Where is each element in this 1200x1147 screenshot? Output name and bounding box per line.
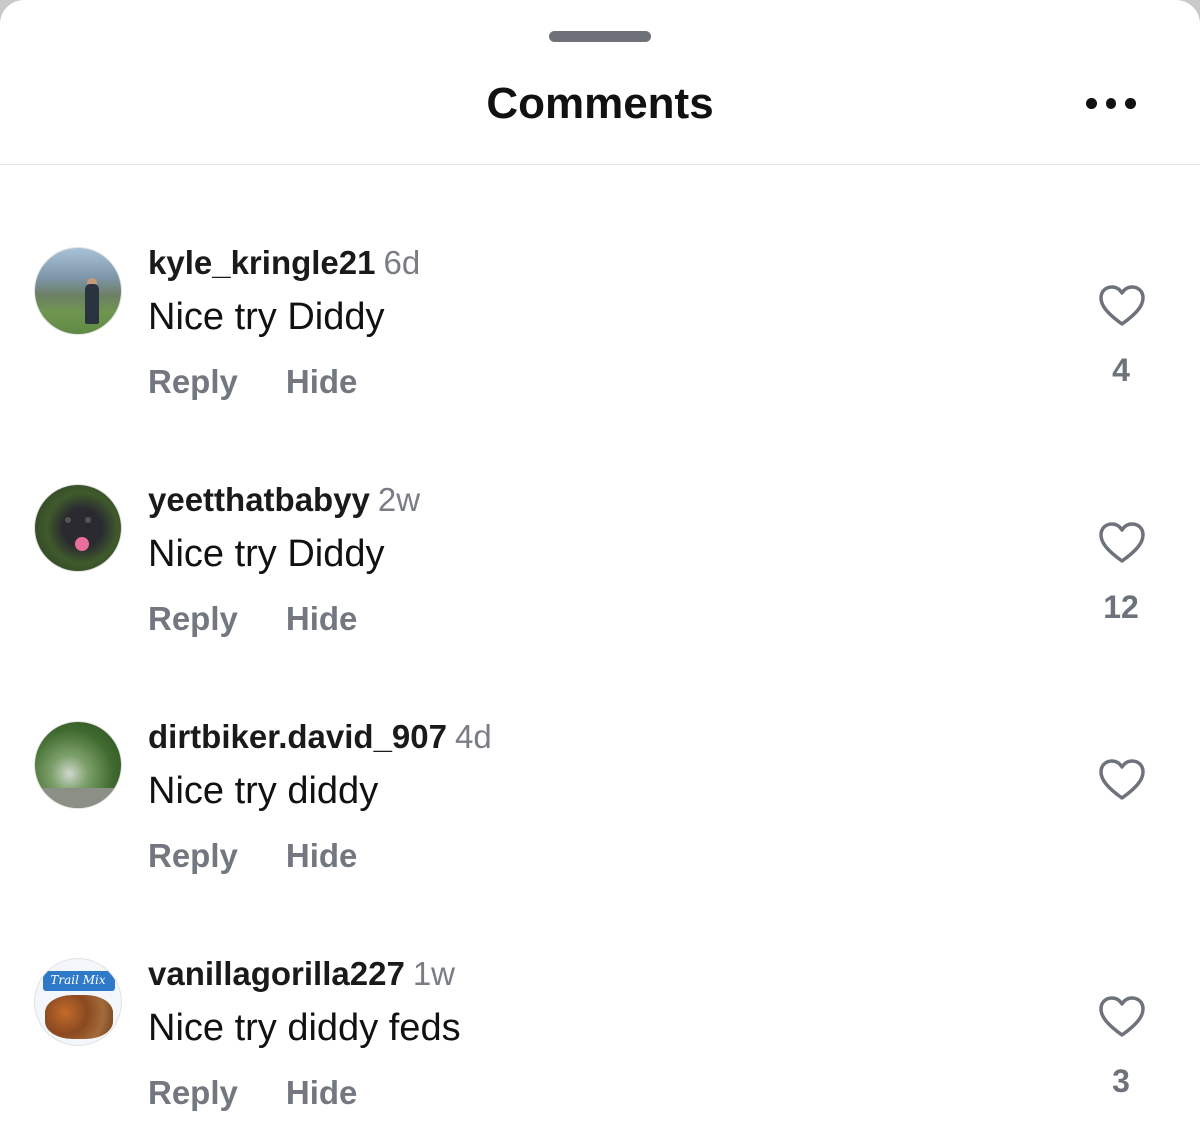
username-text[interactable]: vanillagorilla227: [148, 955, 405, 992]
comment-timestamp: 2w: [377, 481, 421, 518]
comment-text: Nice try diddy: [148, 770, 379, 812]
reply-button[interactable]: Reply: [148, 599, 238, 639]
comment-actions: Reply Hide: [148, 836, 357, 876]
hide-button[interactable]: Hide: [286, 1073, 358, 1113]
comment-username[interactable]: yeetthatbabyy 2w: [148, 480, 420, 520]
comment-username[interactable]: vanillagorilla227 1w: [148, 954, 455, 994]
comment-username[interactable]: dirtbiker.david_907 4d: [148, 717, 492, 757]
comment-actions: Reply Hide: [148, 1073, 357, 1113]
comment-item: Trail Mix vanillagorilla227 1w Nice try d…: [0, 0, 1200, 1111]
avatar[interactable]: [34, 247, 122, 335]
comment-actions: Reply Hide: [148, 362, 357, 402]
username-text[interactable]: yeetthatbabyy: [148, 481, 370, 518]
username-text[interactable]: dirtbiker.david_907: [148, 718, 447, 755]
like-count: 12: [1103, 589, 1139, 625]
hide-button[interactable]: Hide: [286, 836, 358, 876]
heart-icon[interactable]: [1098, 995, 1146, 1039]
comment-text: Nice try diddy feds: [148, 1007, 461, 1049]
like-count: 3: [1112, 1063, 1130, 1099]
comment-username[interactable]: kyle_kringle21 6d: [148, 243, 420, 283]
heart-icon[interactable]: [1098, 758, 1146, 802]
comments-sheet: Comments kyle_kringle21 6d Nice try Diddy…: [0, 0, 1200, 1147]
avatar[interactable]: [34, 721, 122, 809]
avatar-image-text: Trail Mix: [50, 973, 106, 987]
comment-text: Nice try Diddy: [148, 296, 385, 338]
hide-button[interactable]: Hide: [286, 599, 358, 639]
hide-button[interactable]: Hide: [286, 362, 358, 402]
reply-button[interactable]: Reply: [148, 362, 238, 402]
comment-timestamp: 4d: [454, 718, 492, 755]
comment-actions: Reply Hide: [148, 599, 357, 639]
reply-button[interactable]: Reply: [148, 836, 238, 876]
username-text[interactable]: kyle_kringle21: [148, 244, 376, 281]
reply-button[interactable]: Reply: [148, 1073, 238, 1113]
like-count: 4: [1112, 352, 1130, 388]
heart-icon[interactable]: [1098, 284, 1146, 328]
avatar[interactable]: [34, 484, 122, 572]
heart-icon[interactable]: [1098, 521, 1146, 565]
comment-timestamp: 1w: [412, 955, 455, 992]
comment-text: Nice try Diddy: [148, 533, 385, 575]
avatar[interactable]: Trail Mix: [34, 958, 122, 1046]
comment-timestamp: 6d: [383, 244, 421, 281]
